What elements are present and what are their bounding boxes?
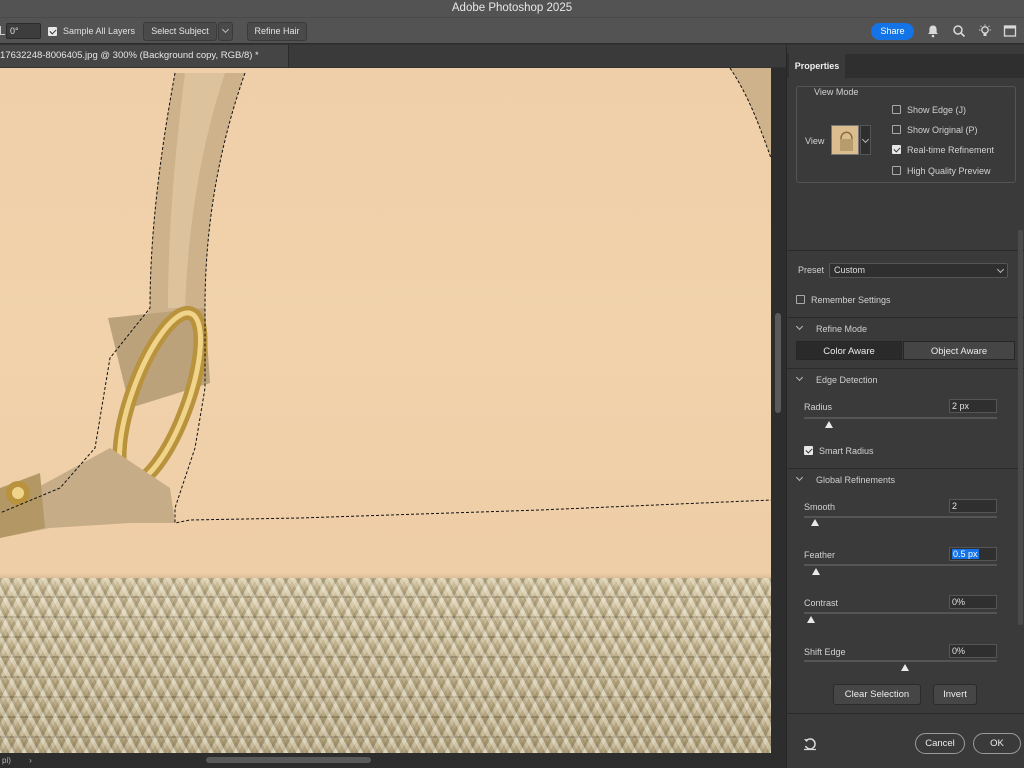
divider — [787, 713, 1024, 714]
bell-icon[interactable] — [926, 24, 940, 38]
global-refinements-title: Global Refinements — [816, 475, 896, 485]
smart-radius-checkbox[interactable] — [804, 446, 813, 455]
show-original-checkbox[interactable] — [892, 125, 901, 134]
feather-label: Feather — [804, 550, 836, 560]
sample-all-layers-checkbox[interactable] — [48, 27, 57, 36]
show-edge-checkbox[interactable] — [892, 105, 901, 114]
shift-edge-slider-knob[interactable] — [901, 664, 909, 671]
view-label: View — [805, 136, 825, 146]
angle-icon — [0, 26, 5, 35]
lightbulb-icon[interactable] — [978, 24, 992, 38]
refine-hair-button[interactable]: Refine Hair — [247, 22, 307, 41]
shift-edge-input[interactable]: 0% — [949, 644, 997, 658]
smooth-slider-knob[interactable] — [811, 519, 819, 526]
tab-properties[interactable]: Properties — [789, 54, 845, 78]
canvas-vertical-scrollbar[interactable] — [771, 68, 786, 753]
divider — [787, 250, 1024, 251]
vertical-scroll-thumb[interactable] — [775, 313, 781, 413]
ok-button[interactable]: OK — [973, 733, 1021, 754]
status-text: pi) › — [2, 756, 32, 765]
refine-mode-chevron-icon[interactable] — [795, 322, 804, 331]
panel-scrollbar[interactable] — [1018, 230, 1023, 625]
color-aware-button[interactable]: Color Aware — [796, 341, 902, 360]
preset-value: Custom — [834, 265, 866, 275]
smart-radius-label: Smart Radius — [819, 446, 874, 456]
object-aware-button[interactable]: Object Aware — [903, 341, 1015, 360]
sample-all-layers-label: Sample All Layers — [63, 26, 136, 36]
radius-label: Radius — [804, 402, 833, 412]
chevron-down-icon — [221, 25, 230, 34]
document-tab[interactable]: 17632248-8006405.jpg @ 300% (Background … — [0, 45, 289, 67]
angle-input[interactable]: 0° — [6, 23, 41, 39]
radius-input[interactable]: 2 px — [949, 399, 997, 413]
canvas-horizontal-scrollbar[interactable] — [0, 753, 786, 768]
app-title: Adobe Photoshop 2025 — [0, 0, 1024, 17]
feather-slider-knob[interactable] — [812, 568, 820, 575]
contrast-label: Contrast — [804, 598, 839, 608]
show-edge-label: Show Edge (J) — [907, 105, 967, 115]
panel-tab-bar: Properties — [787, 54, 1024, 78]
view-mode-title: View Mode — [812, 87, 861, 97]
bag-thumbnail-icon — [832, 126, 858, 154]
share-button[interactable]: Share — [871, 23, 914, 40]
edge-detection-chevron-icon[interactable] — [795, 373, 804, 382]
contrast-slider-track[interactable] — [804, 612, 997, 614]
reset-icon[interactable] — [803, 737, 817, 751]
chevron-down-icon — [861, 135, 870, 144]
image-canvas[interactable] — [0, 68, 771, 753]
realtime-refinement-label: Real-time Refinement — [907, 145, 995, 155]
global-refinements-chevron-icon[interactable] — [795, 473, 804, 482]
handle-artwork — [0, 68, 771, 538]
high-quality-preview-checkbox[interactable] — [892, 166, 901, 175]
radius-slider-track[interactable] — [804, 417, 997, 419]
properties-panel: Properties View Mode View Show Edge (J) … — [786, 45, 1024, 768]
view-thumbnail[interactable] — [831, 125, 859, 155]
invert-button[interactable]: Invert — [933, 684, 977, 705]
preset-label: Preset — [798, 265, 825, 275]
remember-settings-checkbox[interactable] — [796, 295, 805, 304]
smooth-slider-track[interactable] — [804, 516, 997, 518]
view-dropdown[interactable] — [860, 125, 871, 155]
horizontal-scroll-thumb[interactable] — [206, 757, 371, 763]
status-arrow-icon[interactable]: › — [29, 756, 32, 765]
contrast-slider-knob[interactable] — [807, 616, 815, 623]
feather-slider-track[interactable] — [804, 564, 997, 566]
clear-selection-button[interactable]: Clear Selection — [833, 684, 921, 705]
radius-slider-knob[interactable] — [825, 421, 833, 428]
select-subject-dropdown[interactable] — [218, 22, 233, 41]
status-left-text: pi) — [2, 756, 11, 765]
contrast-input[interactable]: 0% — [949, 595, 997, 609]
cancel-button[interactable]: Cancel — [915, 733, 965, 754]
divider — [787, 468, 1024, 469]
edge-detection-title: Edge Detection — [816, 375, 878, 385]
chevron-down-icon — [996, 265, 1005, 274]
divider — [787, 317, 1024, 318]
preset-select[interactable]: Custom — [829, 263, 1008, 278]
divider — [787, 368, 1024, 369]
high-quality-preview-label: High Quality Preview — [907, 166, 991, 176]
options-bar: 0° Sample All Layers Select Subject Refi… — [0, 17, 1024, 44]
remember-settings-label: Remember Settings — [811, 295, 891, 305]
feather-value: 0.5 px — [952, 549, 979, 559]
feather-input[interactable]: 0.5 px — [949, 547, 997, 561]
select-subject-button[interactable]: Select Subject — [143, 22, 217, 41]
smooth-label: Smooth — [804, 502, 836, 512]
show-original-label: Show Original (P) — [907, 125, 978, 135]
smooth-input[interactable]: 2 — [949, 499, 997, 513]
window-icon[interactable] — [1003, 24, 1017, 38]
realtime-refinement-checkbox[interactable] — [892, 145, 901, 154]
shift-edge-label: Shift Edge — [804, 647, 846, 657]
search-icon[interactable] — [952, 24, 966, 38]
refine-mode-title: Refine Mode — [816, 324, 868, 334]
shift-edge-slider-track[interactable] — [804, 660, 997, 662]
